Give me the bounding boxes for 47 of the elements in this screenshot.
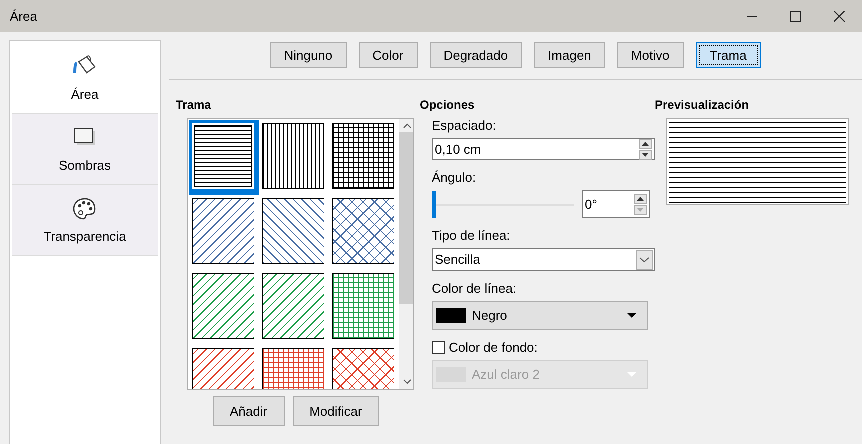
window-title: Área	[9, 8, 38, 24]
field-label: Espaciado:	[432, 118, 498, 133]
angle-slider[interactable]	[432, 190, 574, 218]
caret-icon	[627, 372, 637, 377]
scroll-down-icon[interactable]	[402, 378, 412, 385]
fill-type-tab[interactable]: Trama	[696, 42, 761, 68]
hatch-swatch[interactable]	[262, 123, 324, 189]
spin-up-icon[interactable]	[639, 138, 652, 148]
fill-type-tab[interactable]: Degradado	[430, 42, 522, 68]
hatch-swatch[interactable]	[332, 198, 394, 264]
sidebar-label: Transparencia	[44, 228, 126, 244]
hatch-swatch[interactable]	[332, 273, 394, 339]
caret-icon	[627, 313, 637, 318]
palette-icon	[73, 196, 97, 220]
fill-type-tab[interactable]: Ninguno	[270, 42, 347, 68]
hatch-button[interactable]: Modificar	[292, 396, 380, 426]
sidebar-item[interactable]: Transparencia	[12, 185, 158, 256]
section-heading: Opciones	[420, 98, 476, 112]
spacing-field[interactable]: 0,10 cm	[432, 138, 655, 160]
sidebar-label: Área	[71, 86, 99, 102]
sidebar-item[interactable]: Sombras	[12, 114, 158, 185]
spin-up-icon[interactable]	[634, 194, 647, 204]
close-icon[interactable]	[834, 10, 845, 22]
fill-type-tab[interactable]: Color	[358, 42, 418, 68]
section-heading: Trama	[176, 98, 212, 112]
fill-type-tab[interactable]: Motivo	[617, 42, 684, 68]
field-label: Tipo de línea:	[432, 228, 512, 243]
hatch-swatch[interactable]	[262, 273, 324, 339]
hatch-swatch[interactable]	[192, 198, 254, 264]
line-type-dropdown[interactable]: Sencilla	[432, 248, 655, 271]
section-heading: Previsualización	[655, 98, 750, 112]
field-label: Color de línea:	[432, 281, 518, 296]
hatch-swatch[interactable]	[192, 273, 254, 339]
hatch-swatch[interactable]	[262, 198, 324, 264]
spin-down-icon[interactable]	[639, 150, 652, 160]
field-label: Ángulo:	[432, 170, 478, 185]
chevron-down-icon	[636, 250, 653, 270]
line-color-dropdown[interactable]: Negro	[432, 301, 648, 330]
scroll-up-icon[interactable]	[402, 123, 412, 130]
angle-field[interactable]: 0°	[582, 190, 650, 218]
maximize-icon[interactable]	[790, 10, 801, 22]
sidebar-label: Sombras	[58, 158, 112, 172]
checkbox-label: Color de fondo:	[449, 340, 538, 355]
hatch-swatch[interactable]	[332, 123, 394, 189]
hatch-button[interactable]: Añadir	[213, 396, 285, 426]
fill-type-tab[interactable]: Imagen	[534, 42, 606, 68]
scrollbar[interactable]	[399, 119, 413, 389]
